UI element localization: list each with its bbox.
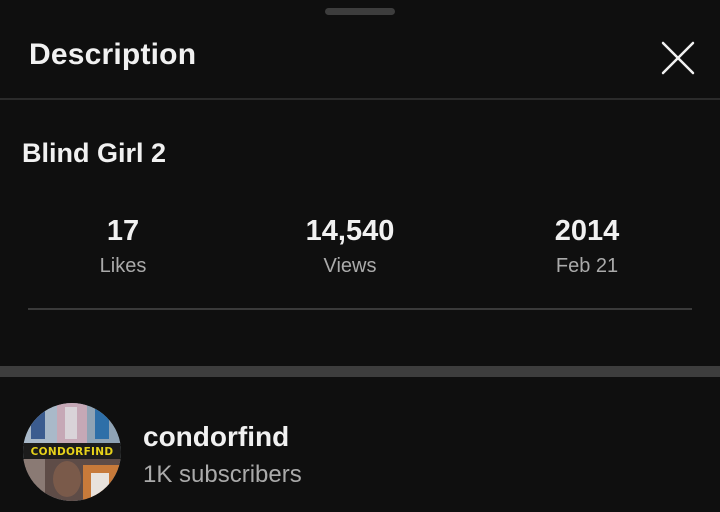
channel-avatar[interactable]: CONDORFIND [23,403,121,501]
likes-stat: 17 Likes [23,212,223,282]
section-separator [0,366,720,377]
views-label: Views [323,255,377,277]
close-icon [661,41,695,75]
panel-title: Description [29,38,197,71]
stats-divider [28,308,692,310]
panel-header: Description [0,0,720,100]
channel-row[interactable]: CONDORFIND condorfind 1K subscribers [0,377,720,512]
upload-day: Feb 21 [555,255,619,277]
channel-subscriber-count: 1K subscribers [143,461,302,488]
close-button[interactable] [654,34,702,82]
video-title: Blind Girl 2 [22,138,167,168]
description-panel: Description Blind Girl 2 17 Likes 14,540… [0,0,720,512]
likes-label: Likes [99,255,147,277]
upload-year: 2014 [554,215,620,247]
views-stat: 14,540 Views [250,212,450,282]
views-count: 14,540 [305,215,395,247]
upload-date-stat: 2014 Feb 21 [487,212,687,282]
avatar-banner-text: CONDORFIND [31,446,114,458]
channel-name[interactable]: condorfind [143,421,289,453]
likes-count: 17 [106,215,140,247]
